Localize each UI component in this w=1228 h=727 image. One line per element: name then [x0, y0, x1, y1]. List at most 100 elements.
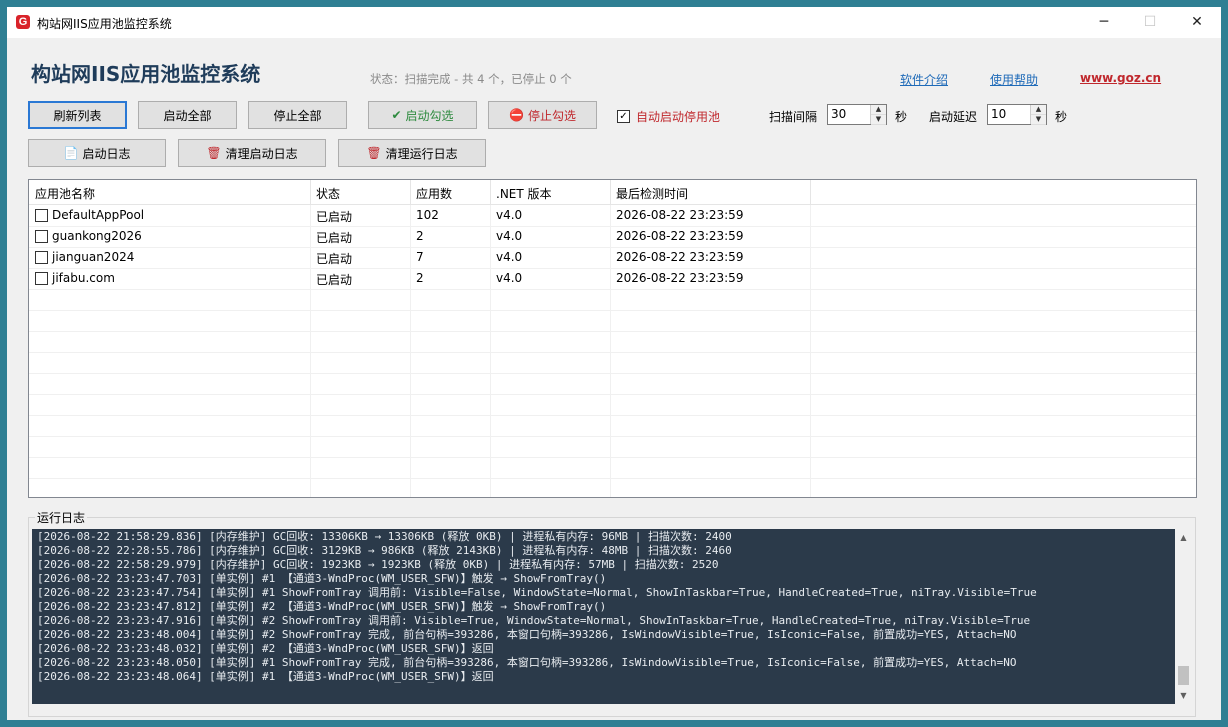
pool-last-checked: 2026-08-22 23:23:59 — [616, 271, 744, 285]
empty-row — [29, 310, 1196, 332]
header-separator[interactable] — [410, 180, 411, 204]
help-link[interactable]: 使用帮助 — [990, 71, 1038, 88]
maximize-button[interactable]: ☐ — [1127, 7, 1173, 38]
refresh-list-button[interactable]: 刷新列表 — [28, 101, 127, 129]
header-separator[interactable] — [610, 180, 611, 204]
page-title: 构站网IIS应用池监控系统 — [31, 62, 261, 86]
table-row[interactable]: jifabu.com 已启动 2 v4.0 2026-08-22 23:23:5… — [29, 268, 1196, 290]
scan-interval-unit: 秒 — [895, 110, 908, 124]
list-header: 应用池名称 状态 应用数 .NET 版本 最后检测时间 — [29, 180, 1196, 205]
pool-app-count: 2 — [416, 271, 424, 285]
stop-checked-button[interactable]: ⛔ 停止勾选 — [488, 101, 597, 129]
spin-down-icon[interactable]: ▼ — [871, 115, 886, 125]
pool-net-version: v4.0 — [496, 229, 523, 243]
pool-status: 已启动 — [316, 210, 353, 224]
minimize-button[interactable]: ─ — [1081, 7, 1127, 38]
run-log-textbox[interactable]: [2026-08-22 21:58:29.836] [内存维护] GC回收: 1… — [32, 529, 1192, 704]
header-separator[interactable] — [490, 180, 491, 204]
clear-run-log-button[interactable]: 🗑 清理运行日志 — [338, 139, 486, 167]
log-line: [2026-08-22 23:23:48.004] [单实例] #2 ShowF… — [37, 628, 1017, 641]
status-label: 状态：扫描完成 - 共 4 个，已停止 0 个 — [370, 72, 572, 86]
start-checked-label: 启动勾选 — [405, 108, 454, 123]
log-line: [2026-08-22 22:58:29.979] [内存维护] GC回收: 1… — [37, 558, 719, 571]
auto-start-label: 自动启动停用池 — [636, 110, 721, 124]
row-checkbox[interactable] — [35, 209, 48, 222]
column-header-apps[interactable]: 应用数 — [416, 185, 452, 202]
empty-row — [29, 394, 1196, 416]
start-checked-button[interactable]: ✔ 启动勾选 — [368, 101, 477, 129]
empty-row — [29, 373, 1196, 395]
column-header-name[interactable]: 应用池名称 — [35, 185, 95, 202]
log-line: [2026-08-22 23:23:47.703] [单实例] #1 【通道3-… — [37, 572, 607, 585]
row-checkbox[interactable] — [35, 230, 48, 243]
pool-app-count: 2 — [416, 229, 424, 243]
stop-all-button[interactable]: 停止全部 — [248, 101, 347, 129]
start-delay-spinner[interactable]: 10 ▲ ▼ — [987, 104, 1047, 125]
scan-interval-arrows[interactable]: ▲ ▼ — [870, 105, 886, 125]
start-log-button[interactable]: 📄 启动日志 — [28, 139, 166, 167]
header-separator[interactable] — [810, 180, 811, 204]
title-bar[interactable]: G 构站网IIS应用池监控系统 ─ ☐ ✕ — [7, 7, 1221, 38]
empty-row — [29, 331, 1196, 353]
run-log-title: 运行日志 — [35, 509, 88, 526]
start-all-label: 启动全部 — [163, 108, 212, 123]
scan-interval-spinner[interactable]: 30 ▲ ▼ — [827, 104, 887, 125]
table-row[interactable]: jianguan2024 已启动 7 v4.0 2026-08-22 23:23… — [29, 247, 1196, 269]
start-delay-arrows[interactable]: ▲ ▼ — [1030, 105, 1046, 125]
empty-row — [29, 352, 1196, 374]
spin-up-icon[interactable]: ▲ — [871, 105, 886, 115]
auto-start-check-box[interactable]: ✓ — [617, 110, 630, 123]
table-row[interactable]: DefaultAppPool 已启动 102 v4.0 2026-08-22 2… — [29, 205, 1196, 227]
pool-app-count: 7 — [416, 250, 424, 264]
spin-up-icon[interactable]: ▲ — [1031, 105, 1046, 115]
pool-net-version: v4.0 — [496, 271, 523, 285]
pool-name: jianguan2024 — [52, 250, 135, 264]
log-line: [2026-08-22 21:58:29.836] [内存维护] GC回收: 1… — [37, 530, 732, 543]
header-separator[interactable] — [310, 180, 311, 204]
start-all-button[interactable]: 启动全部 — [138, 101, 237, 129]
empty-row — [29, 436, 1196, 458]
empty-row — [29, 415, 1196, 437]
checkmark-icon: ✔ — [391, 108, 402, 122]
scroll-up-icon[interactable]: ▲ — [1175, 529, 1192, 546]
software-intro-link[interactable]: 软件介绍 — [900, 71, 948, 88]
log-line: [2026-08-22 23:23:48.032] [单实例] #2 【通道3-… — [37, 642, 494, 655]
pool-status: 已启动 — [316, 273, 353, 287]
scan-interval-value[interactable]: 30 — [831, 107, 846, 121]
start-delay-label: 启动延迟 — [929, 110, 978, 124]
stop-checked-label: 停止勾选 — [527, 108, 576, 123]
website-link[interactable]: www.goz.cn — [1080, 71, 1161, 85]
clear-run-log-label: 清理运行日志 — [385, 146, 458, 161]
spin-down-icon[interactable]: ▼ — [1031, 115, 1046, 125]
close-button[interactable]: ✕ — [1174, 7, 1220, 38]
window-title: 构站网IIS应用池监控系统 — [37, 17, 172, 31]
app-pool-list[interactable]: 应用池名称 状态 应用数 .NET 版本 最后检测时间 DefaultAppPo… — [28, 179, 1197, 498]
start-delay-value[interactable]: 10 — [991, 107, 1006, 121]
row-checkbox[interactable] — [35, 251, 48, 264]
pool-status: 已启动 — [316, 252, 353, 266]
column-header-last-checked[interactable]: 最后检测时间 — [616, 185, 688, 202]
column-header-net-version[interactable]: .NET 版本 — [496, 185, 552, 202]
table-row[interactable]: guankong2026 已启动 2 v4.0 2026-08-22 23:23… — [29, 226, 1196, 248]
log-line: [2026-08-22 23:23:47.916] [单实例] #2 ShowF… — [37, 614, 1031, 627]
column-header-status[interactable]: 状态 — [316, 185, 340, 202]
log-line: [2026-08-22 23:23:47.812] [单实例] #2 【通道3-… — [37, 600, 607, 613]
pool-last-checked: 2026-08-22 23:23:59 — [616, 208, 744, 222]
empty-row — [29, 478, 1196, 497]
document-icon: 📄 — [63, 146, 79, 160]
scroll-down-icon[interactable]: ▼ — [1175, 687, 1192, 704]
trash-icon: 🗑 — [366, 146, 382, 160]
app-logo-icon: G — [16, 15, 30, 29]
client-area: 构站网IIS应用池监控系统 状态：扫描完成 - 共 4 个，已停止 0 个 软件… — [7, 38, 1221, 720]
row-checkbox[interactable] — [35, 272, 48, 285]
run-log-group: 运行日志 [2026-08-22 21:58:29.836] [内存维护] GC… — [28, 509, 1196, 717]
auto-start-checkbox[interactable]: ✓ 自动启动停用池 — [617, 108, 720, 125]
clear-start-log-button[interactable]: 🗑 清理启动日志 — [178, 139, 326, 167]
log-line: [2026-08-22 23:23:48.064] [单实例] #1 【通道3-… — [37, 670, 494, 683]
pool-name: guankong2026 — [52, 229, 142, 243]
scroll-thumb[interactable] — [1178, 666, 1189, 685]
pool-name: DefaultAppPool — [52, 208, 145, 222]
pool-net-version: v4.0 — [496, 250, 523, 264]
log-scrollbar[interactable]: ▲ ▼ — [1175, 529, 1192, 704]
trash-icon: 🗑 — [206, 146, 222, 160]
